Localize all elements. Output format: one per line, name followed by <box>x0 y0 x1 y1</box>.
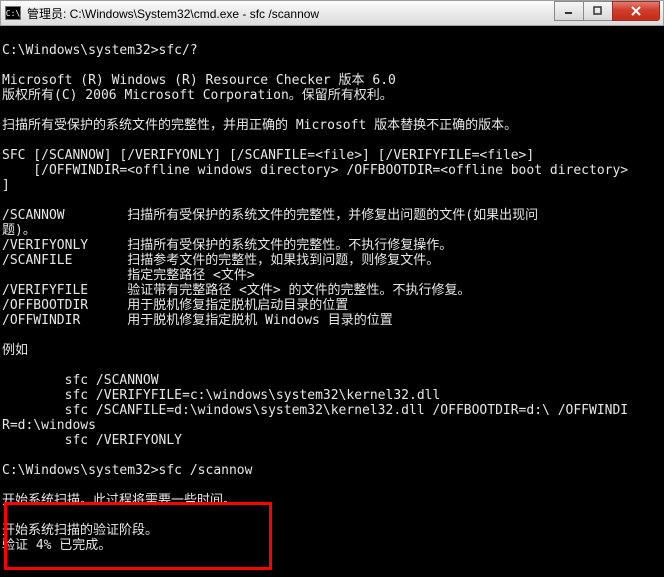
output-line: 版权所有(C) 2006 Microsoft Corporation。保留所有权… <box>2 88 393 103</box>
output-line: 扫描所有受保护的系统文件的完整性，并用正确的 Microsoft 版本替换不正确… <box>2 118 517 133</box>
output-line: Microsoft (R) Windows (R) Resource Check… <box>2 73 396 88</box>
option-key: /OFFBOOTDIR <box>2 298 88 313</box>
example-line: sfc /VERIFYFILE=c:\windows\system32\kern… <box>2 388 440 403</box>
minimize-button[interactable] <box>554 1 584 21</box>
example-line: sfc /SCANNOW <box>2 373 159 388</box>
example-label: 例如 <box>2 343 28 358</box>
example-line: R=d:\windows <box>2 418 96 433</box>
output-line: [/OFFWINDIR=<offline windows directory> … <box>2 163 628 178</box>
option-key: /SCANFILE <box>2 253 72 268</box>
option-desc: 扫描所有受保护的系统文件的完整性。不执行修复操作。 <box>127 238 452 253</box>
option-key: /VERIFYONLY <box>2 238 88 253</box>
option-desc: 用于脱机修复指定脱机 Windows 目录的位置 <box>127 313 392 328</box>
option-desc: 验证带有完整路径 <文件> 的文件的完整性。不执行修复。 <box>127 283 470 298</box>
option-key: /VERIFYFILE <box>2 283 88 298</box>
output-line: SFC [/SCANNOW] [/VERIFYONLY] [/SCANFILE=… <box>2 148 534 163</box>
prompt-line: C:\Windows\system32>sfc/? <box>2 43 198 58</box>
option-desc: 用于脱机修复指定脱机启动目录的位置 <box>127 298 348 313</box>
option-desc: 指定完整路径 <文件> <box>127 268 254 283</box>
option-desc: 扫描参考文件的完整性，如果找到问题，则修复文件。 <box>127 253 439 268</box>
option-key: /OFFWINDIR <box>2 313 80 328</box>
close-button[interactable] <box>612 1 660 21</box>
scan-line: 开始系统扫描。此过程将需要一些时间。 <box>2 493 236 508</box>
option-key: /SCANNOW <box>2 208 65 223</box>
cmd-icon: C:\ <box>5 6 21 20</box>
example-line: sfc /VERIFYONLY <box>2 433 182 448</box>
scan-progress-line: 验证 4% 已完成。 <box>2 538 111 553</box>
output-line: ] <box>2 178 10 193</box>
option-desc: 题)。 <box>2 223 36 238</box>
scan-line: 开始系统扫描的验证阶段。 <box>2 523 158 538</box>
window-controls <box>555 1 660 21</box>
option-desc: 扫描所有受保护的系统文件的完整性，并修复出问题的文件(如果出现问 <box>127 208 538 223</box>
maximize-button[interactable] <box>583 1 613 21</box>
prompt-line: C:\Windows\system32>sfc /scannow <box>2 463 252 478</box>
example-line: sfc /SCANFILE=d:\windows\system32\kernel… <box>2 403 628 418</box>
terminal-output[interactable]: C:\Windows\system32>sfc/? Microsoft (R) … <box>0 26 664 577</box>
window-title: 管理员: C:\Windows\System32\cmd.exe - sfc /… <box>27 5 319 22</box>
titlebar: C:\ 管理员: C:\Windows\System32\cmd.exe - s… <box>0 0 664 26</box>
